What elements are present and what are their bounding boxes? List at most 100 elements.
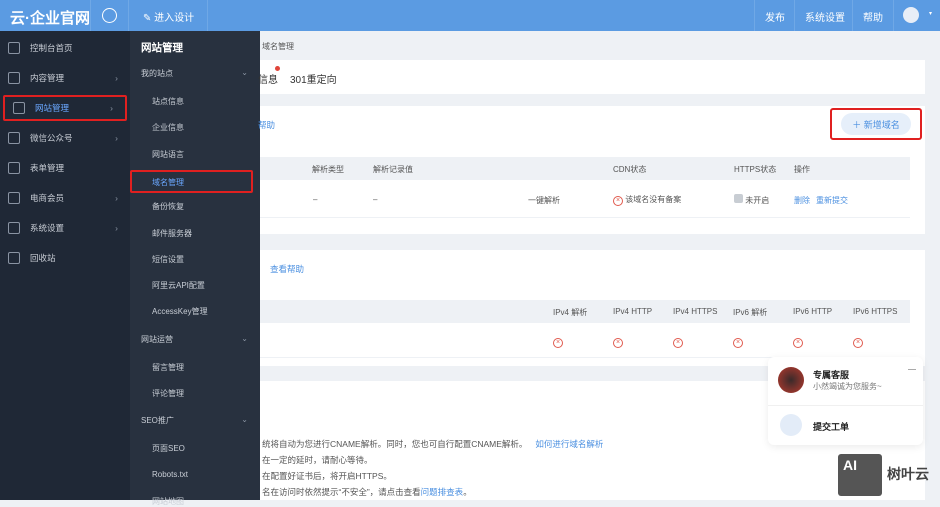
- tab-info[interactable]: 信息: [258, 71, 278, 86]
- submenu-item[interactable]: 域名管理: [130, 169, 253, 193]
- enter-design-button[interactable]: ✎ 进入设计: [143, 9, 194, 24]
- menu-icon: [8, 132, 20, 144]
- group-label: 我的站点: [141, 69, 173, 78]
- error-icon: ×: [853, 338, 863, 348]
- notification-dot: [275, 66, 280, 71]
- customer-service-widget: 专属客服 小然竭诚为您服务~ 提交工单: [768, 357, 923, 445]
- agent-avatar: [778, 367, 804, 393]
- sidebar-item-label: 表单管理: [30, 163, 65, 173]
- tab-301-redirect[interactable]: 301重定向: [290, 71, 337, 86]
- menu-icon: [8, 192, 20, 204]
- cdn-status: × 该域名没有备案: [613, 194, 681, 206]
- menu-icon: [8, 72, 20, 84]
- ticket-icon: [780, 414, 802, 436]
- sidebar-item[interactable]: 回收站: [0, 245, 130, 271]
- sidebar-item-label: 回收站: [30, 253, 56, 263]
- submenu-item[interactable]: 备份恢复: [130, 201, 260, 212]
- top-bar: 云·企业官网 ✎ 进入设计 发布 系统设置 帮助 ▾: [0, 0, 940, 31]
- chevron-right-icon: ›: [110, 103, 113, 113]
- add-domain-button[interactable]: ＋ 新增域名: [841, 113, 911, 135]
- shield-icon: [734, 194, 743, 203]
- submenu-group[interactable]: 网站运营 ⌄: [130, 334, 260, 345]
- submenu-item[interactable]: Robots.txt: [130, 470, 260, 479]
- ipv6-col-header: IPv4 HTTPS: [673, 307, 718, 316]
- submenu-item[interactable]: 站点信息: [130, 96, 260, 107]
- tab-bar: 信息 301重定向: [258, 60, 925, 94]
- submenu-item[interactable]: 页面SEO: [130, 443, 260, 454]
- note-text: 名在访问时依然提示“不安全”，请点击查看: [262, 487, 421, 497]
- design-label: 进入设计: [154, 13, 195, 24]
- sidebar-item[interactable]: 微信公众号 ›: [0, 125, 130, 151]
- submenu-item[interactable]: AccessKey管理: [130, 306, 260, 317]
- note-link[interactable]: 问题排查表: [421, 487, 464, 497]
- record-value: –: [373, 195, 378, 204]
- submenu-group[interactable]: 我的站点 ⌄: [130, 68, 260, 79]
- chevron-right-icon: ›: [115, 193, 118, 203]
- sidebar-item-label: 内容管理: [30, 73, 65, 83]
- resubmit-link[interactable]: 重新提交: [816, 195, 848, 206]
- sidebar-item[interactable]: 内容管理 ›: [0, 65, 130, 91]
- error-icon: ×: [613, 338, 623, 348]
- sidebar-item[interactable]: 系统设置 ›: [0, 215, 130, 241]
- submenu-item[interactable]: 邮件服务器: [130, 228, 260, 239]
- chevron-down-icon[interactable]: ▾: [929, 10, 932, 17]
- group-label: 网站运营: [141, 334, 173, 344]
- error-icon: ×: [793, 338, 803, 348]
- submenu-item[interactable]: 留言管理: [130, 362, 260, 373]
- submenu-item[interactable]: 网站语言: [130, 149, 260, 160]
- dashboard-icon[interactable]: [102, 8, 117, 23]
- chevron-right-icon: ›: [115, 223, 118, 233]
- submenu-item[interactable]: 短信设置: [130, 254, 260, 265]
- col-actions: 操作: [794, 165, 810, 174]
- note-link[interactable]: 如何进行域名解析: [535, 439, 603, 449]
- col-cdn: CDN状态: [613, 165, 647, 174]
- note-text: 在配置好证书后，将开启HTTPS。: [262, 471, 392, 481]
- service-title: 专属客服: [813, 370, 850, 380]
- help-button[interactable]: 帮助: [863, 9, 883, 24]
- ipv6-col-header: IPv4 解析: [553, 308, 588, 317]
- minimize-icon[interactable]: [908, 369, 916, 370]
- submit-ticket-button[interactable]: 提交工单: [813, 420, 849, 433]
- publish-button[interactable]: 发布: [765, 9, 785, 24]
- submenu-group[interactable]: SEO推广 ⌄: [130, 415, 260, 426]
- sidebar: 控制台首页 内容管理 › 网站管理 › 微信公众号 › 表单管理 电商会员 › 系统设置 › 回收站: [0, 31, 130, 500]
- watermark-logo: AI: [838, 454, 882, 496]
- logo: 云·企业官网: [10, 10, 90, 27]
- view-help-link[interactable]: 查看帮助: [270, 263, 304, 275]
- sidebar-item-label: 电商会员: [30, 193, 65, 203]
- note-text: 统将自动为您进行CNAME解析。同时，您也可自行配置CNAME解析。: [262, 439, 528, 449]
- system-settings-button[interactable]: 系统设置: [805, 9, 845, 24]
- col-value: 解析记录值: [373, 165, 413, 174]
- sidebar-item[interactable]: 网站管理 ›: [3, 95, 127, 121]
- error-icon: ×: [673, 338, 683, 348]
- service-subtitle: 小然竭诚为您服务~: [813, 382, 882, 391]
- table-row: – – 一键解析 × 该域名没有备案 未开启 删除 重新提交: [260, 180, 910, 218]
- col-https: HTTPS状态: [734, 165, 777, 174]
- ipv6-col-header: IPv6 HTTP: [793, 307, 833, 316]
- sidebar-item-label: 控制台首页: [30, 43, 73, 53]
- menu-icon: [13, 102, 25, 114]
- chevron-down-icon: ⌄: [241, 333, 248, 343]
- submenu-item[interactable]: 评论管理: [130, 388, 260, 399]
- submenu-item[interactable]: 网站地图: [130, 496, 260, 507]
- avatar[interactable]: [903, 7, 919, 23]
- breadcrumb: 域名管理: [262, 42, 294, 51]
- domain-table-header: 解析类型 解析记录值 CDN状态 HTTPS状态 操作: [260, 157, 910, 180]
- error-icon: ×: [553, 338, 563, 348]
- delete-link[interactable]: 删除: [794, 195, 810, 206]
- watermark-text: 树叶云: [887, 466, 929, 482]
- sidebar-item[interactable]: 控制台首页: [0, 35, 130, 61]
- menu-icon: [8, 222, 20, 234]
- col-type: 解析类型: [312, 165, 344, 174]
- table-row: × × × × × ×: [260, 325, 910, 358]
- sidebar-item[interactable]: 表单管理: [0, 155, 130, 181]
- https-status-text: 未开启: [745, 196, 770, 205]
- help-link[interactable]: 帮助: [258, 119, 275, 131]
- ipv6-col-header: IPv6 HTTPS: [853, 307, 898, 316]
- submenu-item[interactable]: 阿里云API配置: [130, 280, 260, 291]
- note-text: 在一定的延时，请耐心等待。: [262, 455, 373, 465]
- sidebar-item[interactable]: 电商会员 ›: [0, 185, 130, 211]
- guide-note: 在一定的延时，请耐心等待。: [262, 454, 373, 466]
- submenu-item[interactable]: 企业信息: [130, 122, 260, 133]
- one-click-resolve[interactable]: 一键解析: [528, 195, 560, 206]
